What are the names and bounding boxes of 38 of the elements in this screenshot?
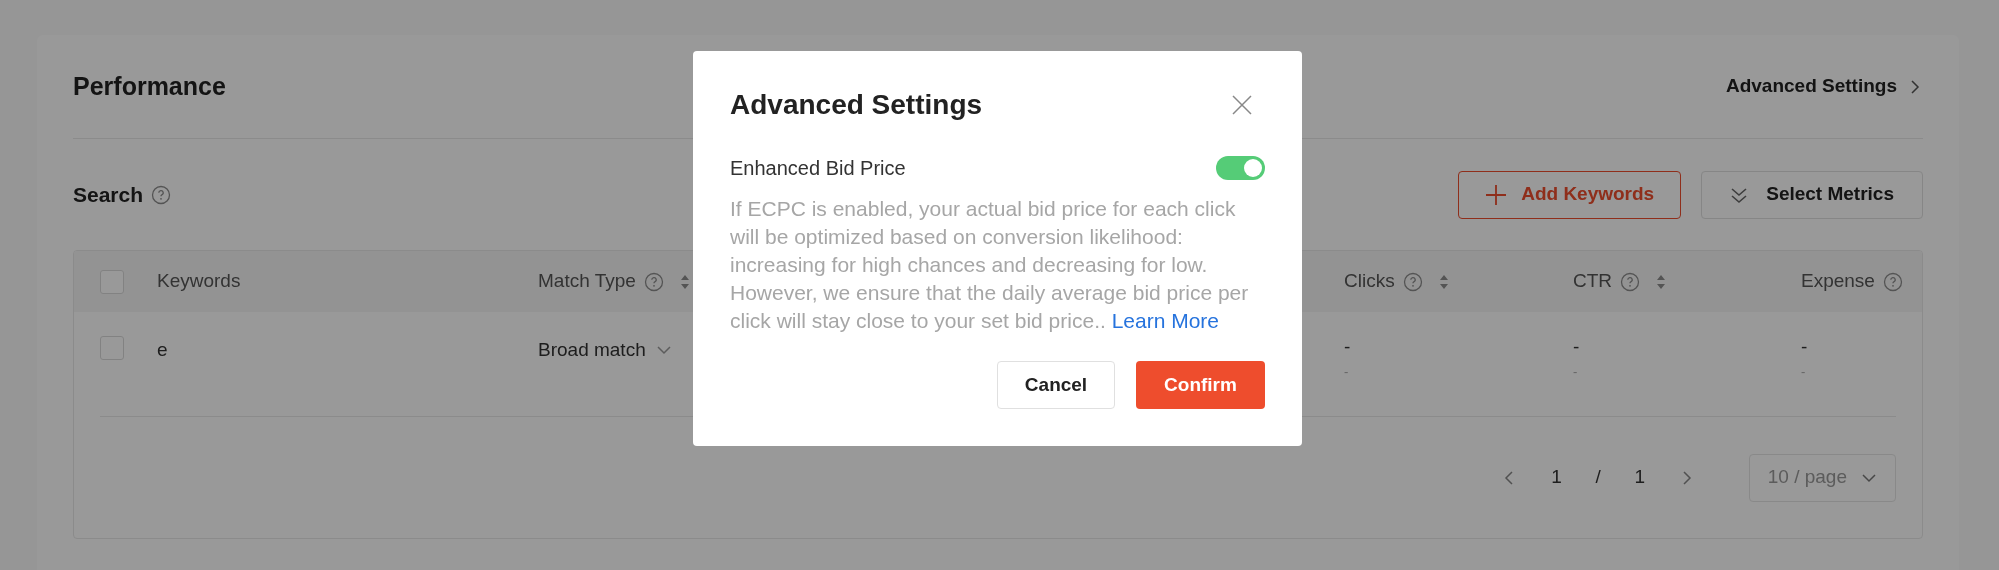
plus-icon (1485, 183, 1508, 206)
setting-description: If ECPC is enabled, your actual bid price for each click will be optimized based on conversion likelihood: increasing for high chances and decreasing for low. However, we ensure that the daily average bid price per click will stay close to your set bid price.. Learn More (730, 196, 1250, 334)
sort-icon[interactable] (1438, 273, 1449, 290)
learn-more-link[interactable]: Learn More (1111, 309, 1220, 332)
table-cell: e (157, 339, 168, 360)
current-page: 1 (1550, 465, 1563, 490)
column-header: Keywords (157, 269, 241, 294)
sort-icon[interactable] (1656, 273, 1667, 290)
help-icon[interactable] (1402, 271, 1423, 292)
dialog-title: Advanced Settings (730, 88, 983, 122)
column-header: Match Type (538, 269, 636, 294)
cancel-button[interactable]: Cancel (997, 361, 1115, 409)
match-type-dropdown[interactable]: Broad match (538, 336, 672, 365)
table-subcell: - (1573, 364, 1579, 380)
column-header: Clicks (1344, 269, 1395, 294)
advanced-settings-link[interactable]: Advanced Settings (1725, 72, 1923, 101)
total-pages: 1 (1633, 465, 1647, 490)
table-cell-text: - (1344, 336, 1352, 358)
close-icon[interactable] (1231, 94, 1253, 116)
sort-icon[interactable] (679, 273, 690, 290)
table-cell-text: - (1573, 336, 1581, 358)
column-header: CTR (1573, 269, 1613, 294)
double-chevron-down-icon (1730, 185, 1749, 204)
help-icon[interactable] (1620, 271, 1641, 292)
table-subcell: - (1344, 364, 1350, 380)
help-icon[interactable] (643, 271, 664, 292)
search-title: Search (73, 181, 144, 208)
help-icon[interactable] (1882, 271, 1903, 292)
column-header: Expense (1801, 269, 1875, 294)
toggle-switch[interactable] (1216, 156, 1265, 180)
section-title: Performance (73, 70, 226, 102)
page-separator: / (1595, 465, 1601, 490)
setting-label: Enhanced Bid Price (730, 156, 906, 181)
help-icon[interactable] (151, 184, 172, 205)
select-metrics-button[interactable]: Select Metrics (1701, 170, 1923, 219)
table-cell-text: - (1801, 336, 1809, 358)
table-subcell: - (1801, 364, 1807, 380)
confirm-button[interactable]: Confirm (1136, 361, 1265, 409)
